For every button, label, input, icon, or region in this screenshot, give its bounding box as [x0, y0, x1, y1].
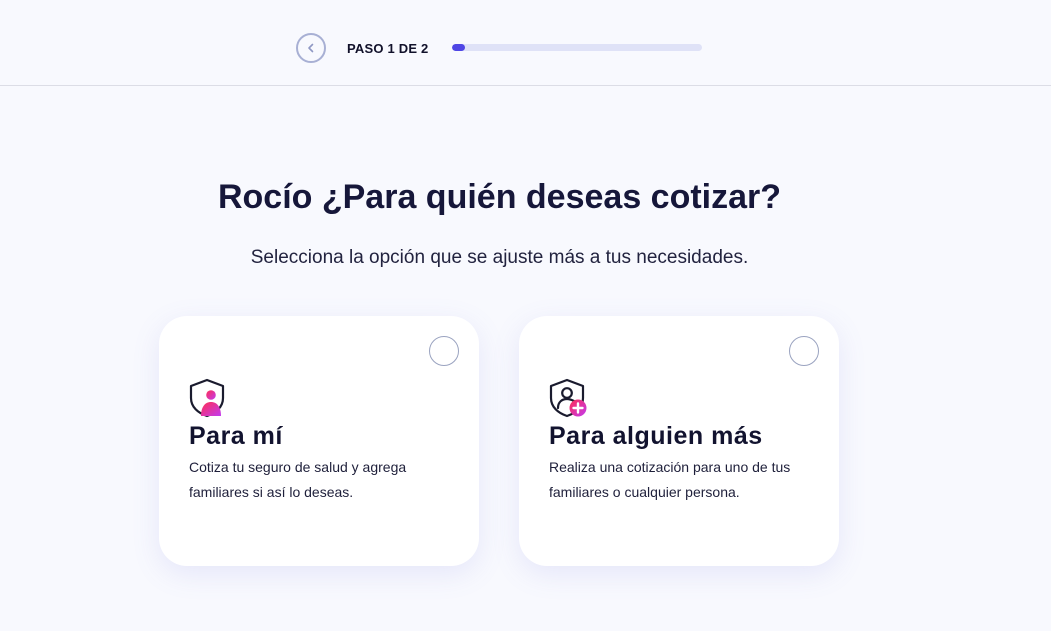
option-radio[interactable]: [789, 336, 819, 366]
shield-person-icon: [189, 378, 225, 418]
option-description: Cotiza tu seguro de salud y agrega famil…: [189, 459, 407, 500]
option-card-para-mi[interactable]: Para mí Cotiza tu seguro de salud y agre…: [159, 316, 479, 566]
top-bar: PASO 1 DE 2: [0, 0, 1051, 86]
progress-fill: [452, 44, 465, 51]
progress-bar: [452, 44, 702, 51]
shield-person-add-icon: [549, 378, 587, 418]
option-card-para-alguien-mas[interactable]: Para alguien más Realiza una cotización …: [519, 316, 839, 566]
option-title: Para alguien más: [549, 422, 763, 450]
option-title: Para mí: [189, 422, 283, 450]
chevron-left-icon: [308, 43, 314, 53]
option-radio[interactable]: [429, 336, 459, 366]
page-subtitle: Selecciona la opción que se ajuste más a…: [250, 247, 749, 268]
back-button[interactable]: [296, 33, 326, 63]
option-description: Realiza una cotización para uno de tus f…: [549, 459, 791, 500]
step-label: PASO 1 DE 2: [347, 41, 429, 56]
page-title: Rocío ¿Para quién deseas cotizar?: [217, 178, 782, 216]
